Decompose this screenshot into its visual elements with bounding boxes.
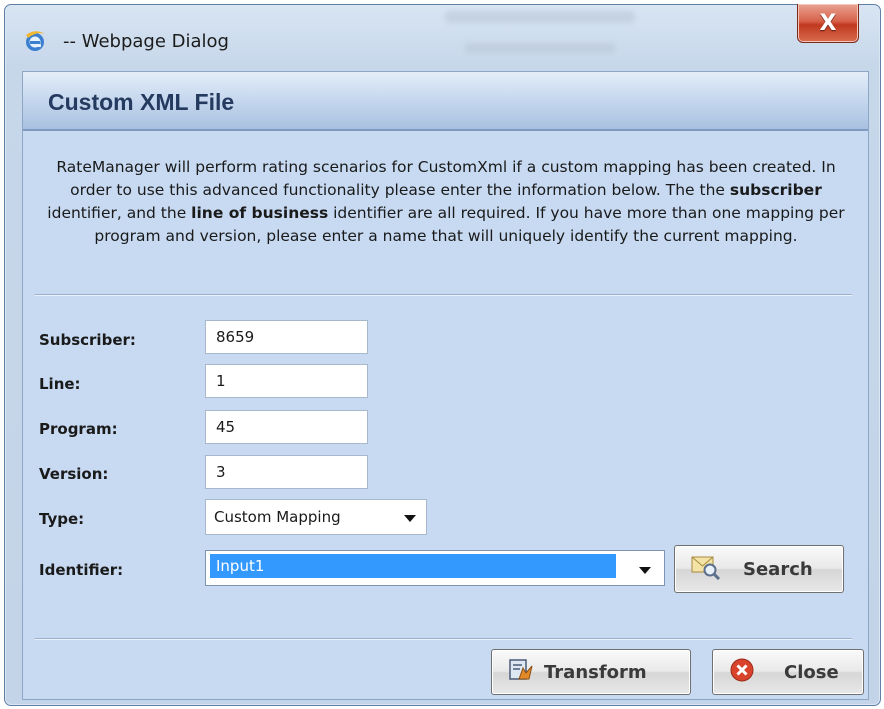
close-button-label: Close: [784, 661, 839, 683]
version-input[interactable]: 3: [205, 455, 368, 489]
transform-button[interactable]: Transform: [491, 649, 691, 695]
title-bar[interactable]: -- Webpage Dialog X: [5, 4, 880, 71]
close-icon: X: [819, 10, 837, 36]
divider: [35, 294, 852, 296]
instructions-part: RateManager will perform rating scenario…: [56, 158, 836, 199]
instructions-bold: subscriber: [729, 181, 822, 199]
type-select[interactable]: Custom Mapping: [205, 499, 427, 535]
line-label: Line:: [39, 375, 81, 393]
line-input[interactable]: 1: [205, 364, 368, 398]
instructions-part: identifier, and the: [47, 204, 192, 222]
program-input[interactable]: 45: [205, 410, 368, 444]
close-circle-icon: [730, 658, 754, 687]
background-blur: [445, 11, 635, 23]
type-selected-value: Custom Mapping: [214, 508, 341, 526]
instructions-text: RateManager will perform rating scenario…: [41, 156, 851, 248]
chevron-down-icon[interactable]: [404, 515, 416, 522]
close-button[interactable]: Close: [712, 649, 864, 695]
envelope-magnifier-icon: [691, 554, 721, 585]
transform-button-label: Transform: [544, 661, 647, 683]
identifier-selected-value: Input1: [210, 554, 616, 578]
background-blur: [465, 43, 615, 53]
version-label: Version:: [39, 465, 109, 483]
transform-icon: [508, 657, 534, 688]
search-button[interactable]: Search: [674, 545, 844, 593]
program-label: Program:: [39, 420, 118, 438]
identifier-select[interactable]: Input1: [205, 550, 665, 586]
instructions-bold: line of business: [191, 204, 329, 222]
window-title: -- Webpage Dialog: [63, 31, 229, 52]
chevron-down-icon[interactable]: [639, 567, 651, 574]
page-title: Custom XML File: [48, 89, 235, 115]
subscriber-input[interactable]: 8659: [205, 320, 368, 354]
divider: [35, 638, 852, 640]
dialog-content: Custom XML File RateManager will perform…: [22, 71, 869, 700]
subscriber-label: Subscriber:: [39, 331, 136, 349]
identifier-label: Identifier:: [39, 561, 124, 579]
type-label: Type:: [39, 510, 85, 528]
section-header: Custom XML File: [23, 72, 868, 131]
dialog-window: -- Webpage Dialog X Custom XML File Rate…: [4, 4, 881, 706]
window-close-button[interactable]: X: [797, 4, 859, 43]
ie-logo-icon: [23, 29, 47, 53]
search-button-label: Search: [743, 558, 813, 580]
